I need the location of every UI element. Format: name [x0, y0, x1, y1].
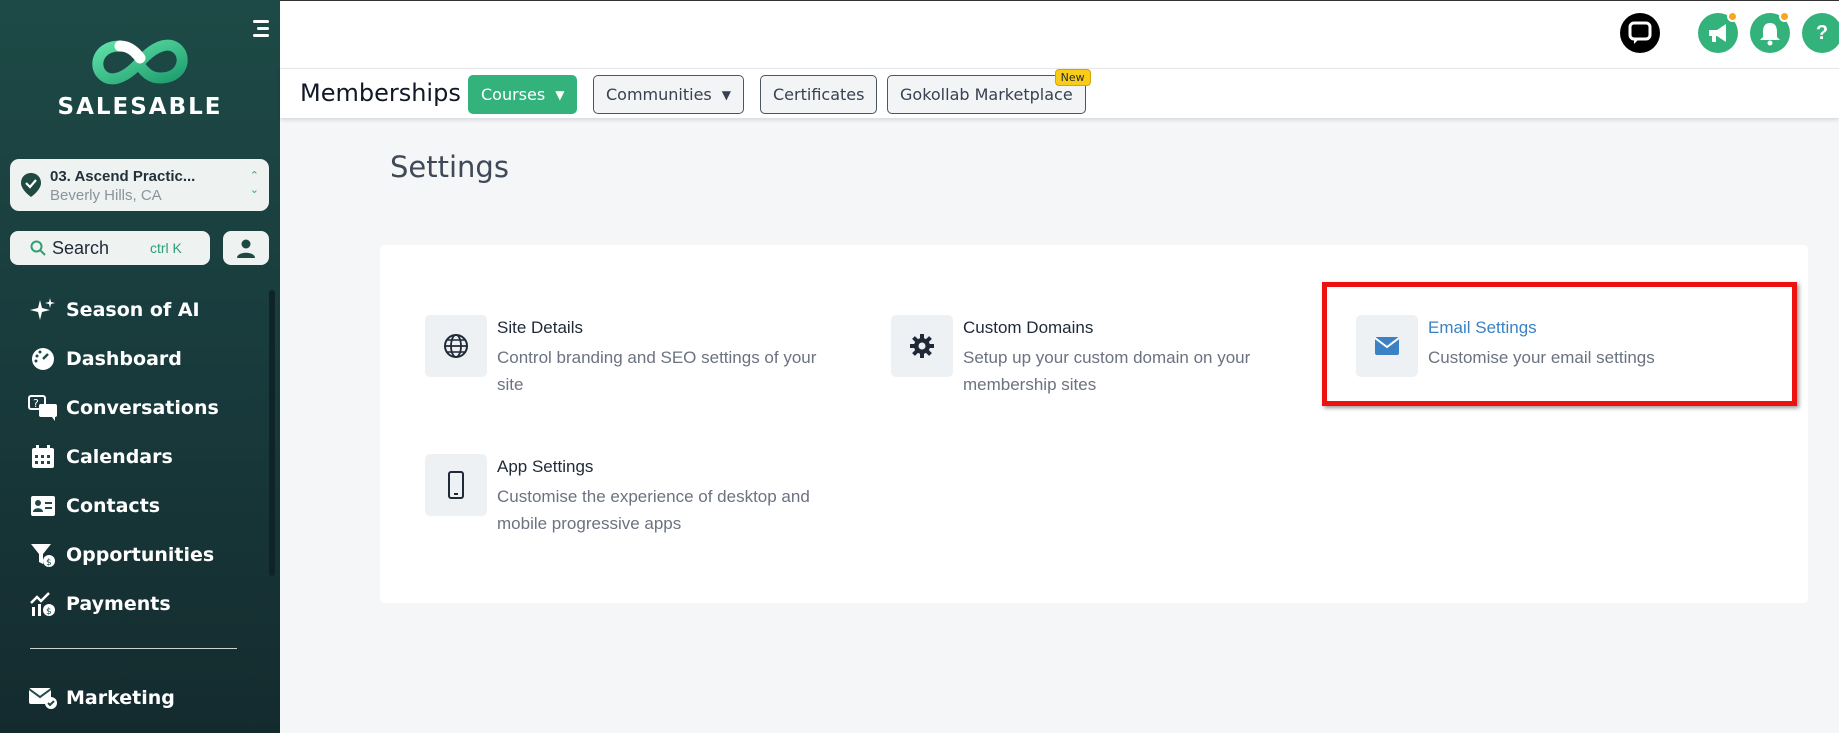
- search-shortcut: ctrl K: [150, 240, 182, 256]
- chat-bubbles-icon: ?: [28, 395, 58, 421]
- location-address: Beverly Hills, CA: [50, 187, 162, 204]
- sidebar-item-contacts[interactable]: Contacts: [28, 486, 258, 526]
- sidebar-item-opportunities[interactable]: $ Opportunities: [28, 535, 258, 575]
- tab-label: Courses: [481, 85, 546, 104]
- sidebar-item-dashboard[interactable]: Dashboard: [28, 339, 258, 379]
- brand-name: SALESABLE: [57, 94, 223, 120]
- help-icon[interactable]: ?: [1802, 13, 1839, 53]
- notification-dot: [1727, 11, 1738, 22]
- payments-chart-icon: $: [28, 591, 58, 617]
- sidebar-item-season-of-ai[interactable]: Season of AI: [28, 290, 258, 330]
- location-pin-icon: [21, 173, 41, 197]
- chevron-updown-icon: ⌃ ⌄: [249, 170, 259, 196]
- sidebar-item-conversations[interactable]: ? Conversations: [28, 388, 258, 428]
- location-switcher[interactable]: 03. Ascend Practic... Beverly Hills, CA …: [10, 159, 269, 211]
- new-badge: New: [1054, 69, 1091, 86]
- sidebar-item-label: Marketing: [66, 687, 175, 709]
- settings-item-title: Site Details: [497, 318, 583, 337]
- tab-label: Certificates: [773, 85, 865, 104]
- mail-check-icon: [28, 685, 58, 711]
- collapse-menu-icon[interactable]: [249, 20, 269, 42]
- sidebar-item-label: Calendars: [66, 446, 173, 468]
- bell-icon[interactable]: [1750, 11, 1790, 53]
- sidebar-divider: [30, 648, 237, 649]
- tab-gokollab-marketplace[interactable]: Gokollab Marketplace New: [887, 69, 1091, 114]
- settings-item-description: Control branding and SEO settings of you…: [497, 348, 817, 394]
- settings-item-description: Customise the experience of desktop and …: [497, 487, 810, 533]
- sidebar-scrollbar[interactable]: [269, 290, 275, 576]
- notification-dot: [1779, 11, 1790, 22]
- contact-card-icon: [28, 493, 58, 519]
- sidebar: SALESABLE 03. Ascend Practic... Beverly …: [0, 0, 280, 733]
- sidebar-item-calendars[interactable]: Calendars: [28, 437, 258, 477]
- globe-icon: [425, 315, 487, 377]
- megaphone-icon[interactable]: [1698, 11, 1738, 53]
- section-title: Memberships: [300, 79, 461, 107]
- svg-text:?: ?: [33, 397, 39, 410]
- calendar-icon: [28, 444, 58, 470]
- sidebar-item-label: Conversations: [66, 397, 219, 419]
- page-title: Settings: [390, 150, 509, 184]
- search-icon: [30, 240, 46, 256]
- sidebar-item-payments[interactable]: $ Payments: [28, 584, 258, 624]
- tab-label: Gokollab Marketplace: [900, 85, 1073, 104]
- search-label: Search: [52, 238, 110, 258]
- infinity-logo-icon: [92, 39, 188, 85]
- top-bar: ?: [280, 0, 1839, 68]
- sidebar-item-label: Dashboard: [66, 348, 182, 370]
- chat-widget-icon[interactable]: [1620, 13, 1660, 53]
- chevron-down-icon: ▼: [721, 87, 731, 102]
- search-button[interactable]: Search ctrl K: [10, 231, 210, 265]
- memberships-subnav: Memberships Courses ▼ Communities ▼ Cert…: [280, 68, 1839, 118]
- svg-text:$: $: [46, 607, 52, 617]
- settings-item-title: App Settings: [497, 457, 594, 476]
- sidebar-item-label: Season of AI: [66, 299, 200, 321]
- location-name: 03. Ascend Practic...: [50, 168, 196, 185]
- sidebar-item-label: Contacts: [66, 495, 161, 517]
- gauge-icon: [28, 346, 58, 372]
- funnel-icon: $: [28, 542, 58, 568]
- brand-logo[interactable]: SALESABLE: [55, 36, 225, 120]
- tab-communities[interactable]: Communities ▼: [593, 75, 744, 114]
- chevron-down-icon: ▼: [555, 87, 565, 102]
- user-profile-button[interactable]: [223, 231, 269, 265]
- highlight-annotation-box: [1322, 282, 1797, 406]
- user-icon: [237, 239, 255, 258]
- tab-label: Communities: [606, 85, 712, 104]
- settings-item-title: Custom Domains: [963, 318, 1094, 337]
- gear-icon: [891, 315, 953, 377]
- tab-certificates[interactable]: Certificates: [760, 75, 878, 114]
- sidebar-item-label: Payments: [66, 593, 171, 615]
- sidebar-item-label: Opportunities: [66, 544, 215, 566]
- mobile-phone-icon: [425, 454, 487, 516]
- settings-item-description: Setup up your custom domain on your memb…: [963, 348, 1251, 394]
- tab-courses[interactable]: Courses ▼: [468, 75, 578, 114]
- svg-text:$: $: [46, 558, 52, 568]
- sidebar-item-marketing[interactable]: Marketing: [28, 678, 258, 718]
- sparkles-icon: [28, 297, 58, 323]
